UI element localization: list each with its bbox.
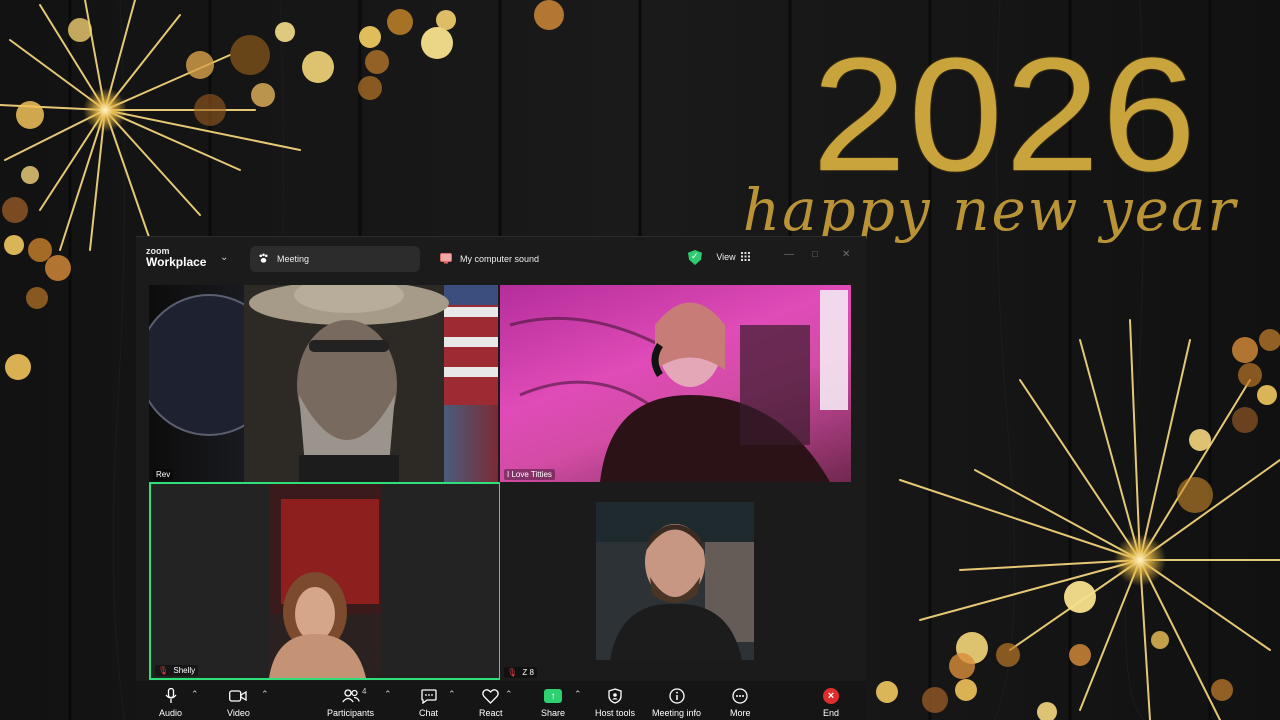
participant-name-tag: Rev [153, 469, 174, 480]
heart-icon [482, 687, 500, 705]
tab-meeting-label: Meeting [277, 254, 310, 264]
audio-label: Audio [159, 708, 183, 718]
tab-sound-label: My computer sound [460, 254, 540, 264]
meeting-info-button[interactable]: Meeting info [652, 687, 701, 718]
end-label: End [823, 708, 840, 718]
new-year-headline: 2026 happy new year [743, 24, 1240, 240]
participants-icon [341, 687, 360, 705]
encryption-shield-icon[interactable]: ✓ [688, 250, 702, 265]
share-screen-icon: ↑ [544, 689, 563, 703]
video-feed-shelly [151, 484, 499, 678]
tab-meeting[interactable]: Meeting [250, 246, 420, 272]
greeting-text: happy new year [742, 176, 1238, 244]
video-tile-z8[interactable]: 🎙 Z 8 [500, 482, 851, 680]
video-options-chevron-icon[interactable]: ⌃ [261, 689, 269, 700]
audio-button[interactable]: Audio [159, 687, 182, 718]
title-bar: zoom Workplace ⌄ Meeting My computer sou… [136, 237, 866, 281]
close-icon[interactable]: ✕ [842, 249, 850, 260]
zoom-logo: zoom Workplace [146, 246, 206, 268]
participant-name-tag: 🎙 Z 8 [504, 667, 537, 678]
participant-name-tag: 🎙 Shelly [155, 665, 199, 676]
view-button[interactable]: View [708, 247, 758, 267]
host-tools-button[interactable]: Host tools [595, 687, 635, 718]
video-tile-shelly[interactable]: 🎙 Shelly [149, 482, 501, 680]
meeting-info-label: Meeting info [652, 708, 702, 718]
chevron-down-icon[interactable]: ⌄ [220, 252, 228, 263]
paw-icon [258, 253, 269, 266]
camera-icon [229, 687, 248, 705]
video-feed-z8 [596, 502, 754, 660]
react-options-chevron-icon[interactable]: ⌃ [505, 689, 513, 700]
microphone-icon [165, 687, 177, 705]
video-button[interactable]: Video [227, 687, 250, 718]
logo-workplace: Workplace [146, 255, 207, 269]
chat-label: Chat [419, 708, 439, 718]
more-button[interactable]: More [730, 687, 751, 718]
host-tools-label: Host tools [595, 708, 636, 718]
participants-label: Participants [327, 708, 375, 718]
chat-options-chevron-icon[interactable]: ⌃ [448, 689, 456, 700]
participant-count: 4 [362, 687, 367, 696]
video-feed-i-love-titties [509, 290, 848, 482]
video-feed-rev [149, 285, 498, 482]
end-call-icon: × [823, 688, 839, 704]
minimize-icon[interactable]: — [784, 249, 794, 260]
share-label: Share [541, 708, 566, 718]
maximize-icon[interactable]: □ [812, 249, 818, 260]
react-label: React [479, 708, 503, 718]
more-label: More [730, 708, 751, 718]
video-label: Video [227, 708, 250, 718]
chat-icon [420, 687, 437, 705]
grid-icon [740, 251, 750, 263]
chat-button[interactable]: Chat [419, 687, 438, 718]
screen-share-icon [440, 252, 452, 266]
participant-name-tag: I Love Titties [504, 469, 555, 480]
host-shield-icon [608, 687, 622, 705]
muted-mic-icon: 🎙 [158, 666, 169, 675]
participant-name: Z 8 [522, 668, 534, 677]
share-options-chevron-icon[interactable]: ⌃ [574, 689, 582, 700]
audio-options-chevron-icon[interactable]: ⌃ [191, 689, 199, 700]
tab-computer-sound[interactable]: My computer sound [432, 246, 582, 272]
participant-name: Rev [156, 470, 171, 479]
info-icon [668, 687, 685, 705]
video-tile-rev[interactable]: Rev [149, 285, 498, 482]
participant-name: I Love Titties [507, 470, 552, 479]
react-button[interactable]: React [479, 687, 503, 718]
meeting-toolbar: Audio ⌃ Video ⌃ Participants 4 ⌃ Chat ⌃ [136, 681, 866, 720]
share-button[interactable]: ↑ Share [541, 687, 565, 718]
participants-button[interactable]: Participants [327, 687, 374, 718]
end-button[interactable]: × End [823, 687, 839, 718]
participant-name: Shelly [173, 666, 196, 675]
video-tile-i-love-titties[interactable]: I Love Titties [500, 285, 851, 482]
participants-options-chevron-icon[interactable]: ⌃ [384, 689, 392, 700]
year-text: 2026 [811, 24, 1199, 206]
view-label: View [716, 252, 736, 262]
muted-mic-icon: 🎙 [507, 668, 518, 677]
zoom-window: zoom Workplace ⌄ Meeting My computer sou… [136, 236, 866, 720]
more-dots-icon [732, 687, 748, 705]
